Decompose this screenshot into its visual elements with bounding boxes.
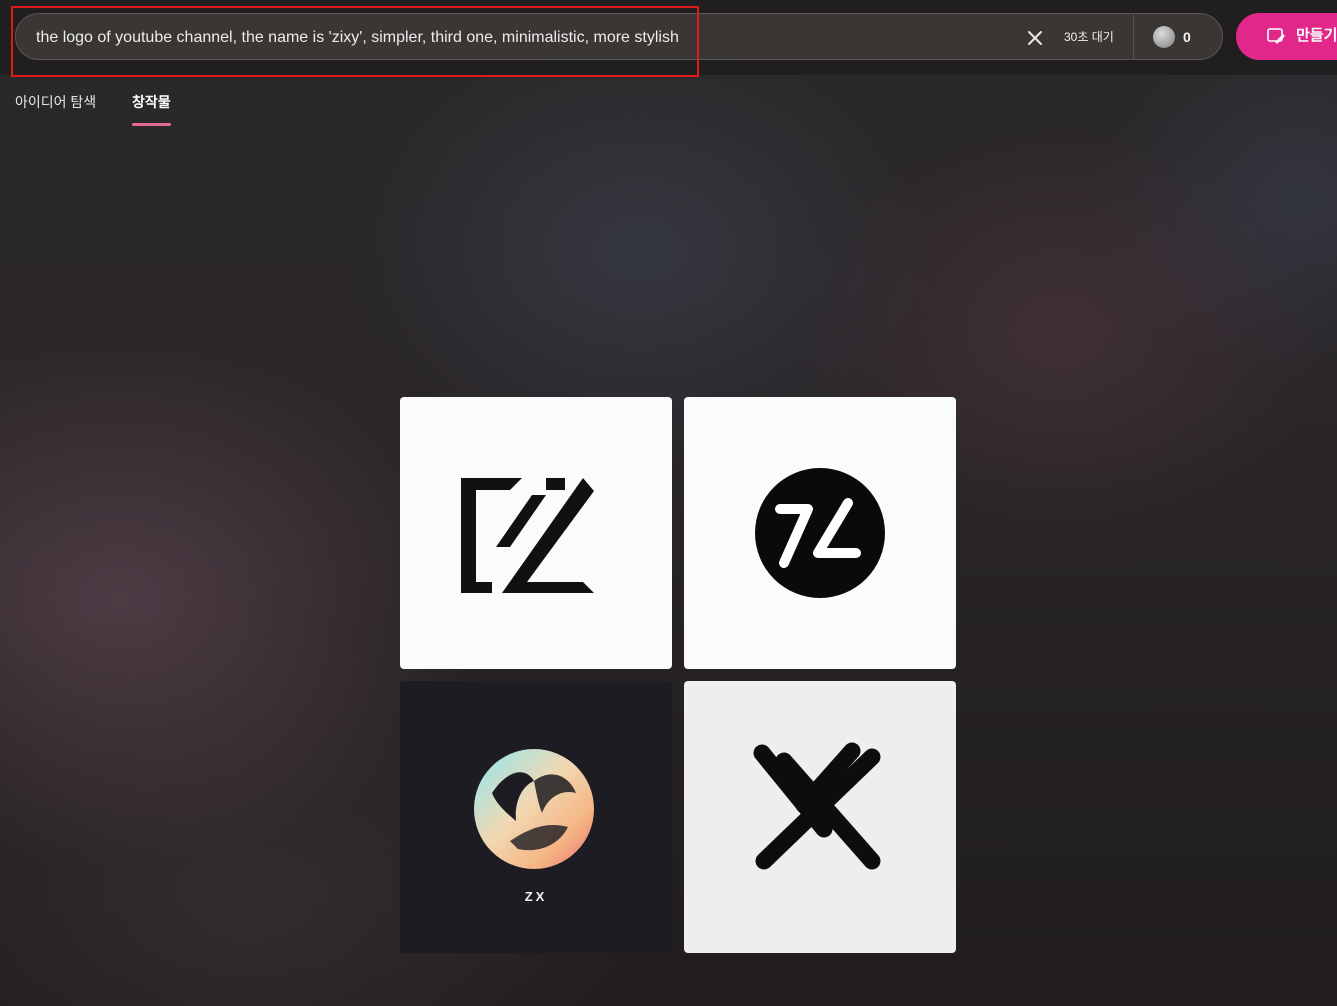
zixy-logo-black-circle-7l-icon [684,397,956,669]
prompt-input[interactable]: the logo of youtube channel, the name is… [36,14,996,61]
create-button[interactable]: 만들기 [1236,13,1337,60]
zixy-logo-angular-z-icon [400,397,672,669]
search-divider [1133,14,1134,59]
result-image-2[interactable] [684,397,956,669]
tab-label: 아이디어 탐색 [15,94,97,110]
coin-icon [1153,26,1175,48]
clear-prompt-button[interactable] [1022,25,1048,51]
brush-icon [1266,26,1286,51]
coin-count: 0 [1183,29,1191,45]
wait-time-label: 30초 대기 [1064,30,1114,44]
image-caption: ZX [524,889,548,904]
result-image-3[interactable]: ZX [400,681,672,953]
result-image-4[interactable] [684,681,956,953]
tab-creations[interactable]: 창작물 [132,92,171,126]
zixy-logo-gradient-circle-icon [400,681,672,953]
zixy-logo-crossed-x-icon [684,681,956,953]
result-image-1[interactable] [400,397,672,669]
tab-label: 창작물 [132,94,171,110]
tab-explore-ideas[interactable]: 아이디어 탐색 [15,92,96,112]
prompt-search-bar[interactable]: the logo of youtube channel, the name is… [15,13,1223,60]
top-bar: the logo of youtube channel, the name is… [0,0,1337,75]
create-button-label: 만들기 [1296,27,1337,44]
close-icon [1022,25,1048,51]
active-tab-indicator [132,123,171,126]
